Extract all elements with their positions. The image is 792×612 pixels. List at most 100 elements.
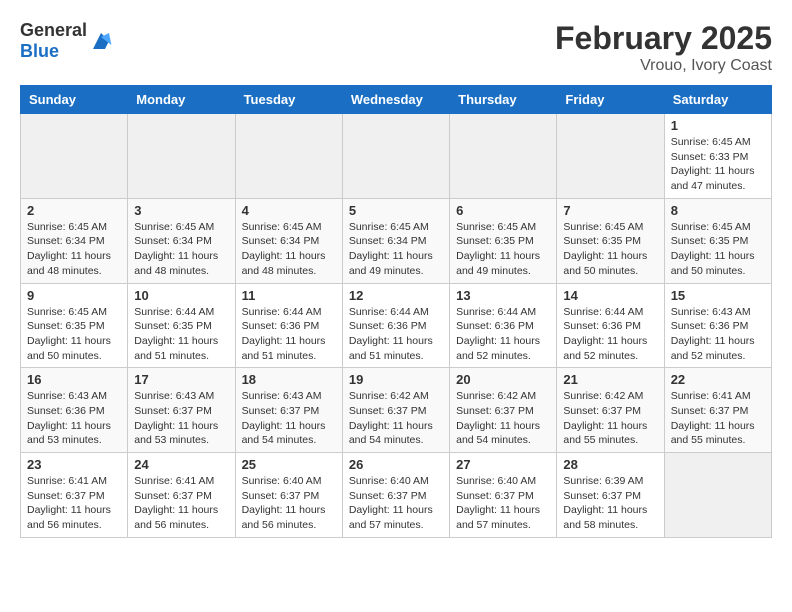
day-number: 16 — [27, 372, 121, 387]
calendar-cell: 6Sunrise: 6:45 AM Sunset: 6:35 PM Daylig… — [450, 198, 557, 283]
day-info: Sunrise: 6:42 AM Sunset: 6:37 PM Dayligh… — [456, 389, 550, 448]
calendar-cell: 4 Sunrise: 6:45 AM Sunset: 6:34 PM Daylig… — [235, 198, 342, 283]
month-title: February 2025 — [555, 20, 772, 57]
day-info: Sunrise: 6:45 AM Sunset: 6:35 PM Dayligh… — [671, 220, 765, 279]
logo: General Blue — [20, 20, 113, 62]
weekday-header-friday: Friday — [557, 86, 664, 114]
day-number: 19 — [349, 372, 443, 387]
weekday-header-tuesday: Tuesday — [235, 86, 342, 114]
day-info: Sunrise: 6:43 AM Sunset: 6:37 PM Dayligh… — [134, 389, 228, 448]
week-row-1: 1 Sunrise: 6:45 AM Sunset: 6:33 PM Daylig… — [21, 114, 772, 199]
calendar-cell: 20 Sunrise: 6:42 AM Sunset: 6:37 PM Dayli… — [450, 368, 557, 453]
weekday-header-thursday: Thursday — [450, 86, 557, 114]
day-info: Sunrise: 6:45 AM Sunset: 6:35 PM Dayligh… — [563, 220, 657, 279]
calendar-cell: 1 Sunrise: 6:45 AM Sunset: 6:33 PM Daylig… — [664, 114, 771, 199]
calendar-cell: 12Sunrise: 6:44 AM Sunset: 6:36 PM Dayli… — [342, 283, 449, 368]
calendar-cell: 19 Sunrise: 6:42 AM Sunset: 6:37 PM Dayli… — [342, 368, 449, 453]
day-number: 6 — [456, 203, 550, 218]
day-info: Sunrise: 6:40 AM Sunset: 6:37 PM Dayligh… — [456, 474, 550, 533]
weekday-header-row: SundayMondayTuesdayWednesdayThursdayFrid… — [21, 86, 772, 114]
day-info: Sunrise: 6:43 AM Sunset: 6:37 PM Dayligh… — [242, 389, 336, 448]
day-number: 11 — [242, 288, 336, 303]
calendar-cell: 7 Sunrise: 6:45 AM Sunset: 6:35 PM Daylig… — [557, 198, 664, 283]
day-info: Sunrise: 6:45 AM Sunset: 6:33 PM Dayligh… — [671, 135, 765, 194]
calendar-cell — [557, 114, 664, 199]
day-number: 22 — [671, 372, 765, 387]
calendar-cell — [235, 114, 342, 199]
day-info: Sunrise: 6:44 AM Sunset: 6:36 PM Dayligh… — [456, 305, 550, 364]
day-number: 20 — [456, 372, 550, 387]
day-info: Sunrise: 6:45 AM Sunset: 6:34 PM Dayligh… — [242, 220, 336, 279]
day-info: Sunrise: 6:45 AM Sunset: 6:34 PM Dayligh… — [134, 220, 228, 279]
day-info: Sunrise: 6:45 AM Sunset: 6:34 PM Dayligh… — [27, 220, 121, 279]
day-info: Sunrise: 6:41 AM Sunset: 6:37 PM Dayligh… — [134, 474, 228, 533]
calendar-cell: 21 Sunrise: 6:42 AM Sunset: 6:37 PM Dayli… — [557, 368, 664, 453]
day-number: 23 — [27, 457, 121, 472]
weekday-header-wednesday: Wednesday — [342, 86, 449, 114]
calendar-cell: 13 Sunrise: 6:44 AM Sunset: 6:36 PM Dayli… — [450, 283, 557, 368]
day-info: Sunrise: 6:44 AM Sunset: 6:36 PM Dayligh… — [563, 305, 657, 364]
day-number: 3 — [134, 203, 228, 218]
day-number: 4 — [242, 203, 336, 218]
calendar-cell — [342, 114, 449, 199]
calendar-cell — [21, 114, 128, 199]
day-info: Sunrise: 6:40 AM Sunset: 6:37 PM Dayligh… — [349, 474, 443, 533]
day-number: 25 — [242, 457, 336, 472]
calendar-table: SundayMondayTuesdayWednesdayThursdayFrid… — [20, 85, 772, 538]
calendar-cell: 28 Sunrise: 6:39 AM Sunset: 6:37 PM Dayli… — [557, 453, 664, 538]
calendar-cell: 27 Sunrise: 6:40 AM Sunset: 6:37 PM Dayli… — [450, 453, 557, 538]
calendar-cell: 17 Sunrise: 6:43 AM Sunset: 6:37 PM Dayli… — [128, 368, 235, 453]
day-info: Sunrise: 6:43 AM Sunset: 6:36 PM Dayligh… — [27, 389, 121, 448]
logo-general-text: General Blue — [20, 20, 87, 62]
day-number: 28 — [563, 457, 657, 472]
day-number: 9 — [27, 288, 121, 303]
day-info: Sunrise: 6:44 AM Sunset: 6:36 PM Dayligh… — [349, 305, 443, 364]
day-info: Sunrise: 6:45 AM Sunset: 6:35 PM Dayligh… — [27, 305, 121, 364]
calendar-cell: 8 Sunrise: 6:45 AM Sunset: 6:35 PM Daylig… — [664, 198, 771, 283]
day-number: 18 — [242, 372, 336, 387]
day-number: 17 — [134, 372, 228, 387]
day-info: Sunrise: 6:42 AM Sunset: 6:37 PM Dayligh… — [563, 389, 657, 448]
day-number: 7 — [563, 203, 657, 218]
calendar-cell: 26 Sunrise: 6:40 AM Sunset: 6:37 PM Dayli… — [342, 453, 449, 538]
day-info: Sunrise: 6:43 AM Sunset: 6:36 PM Dayligh… — [671, 305, 765, 364]
day-info: Sunrise: 6:44 AM Sunset: 6:35 PM Dayligh… — [134, 305, 228, 364]
day-number: 10 — [134, 288, 228, 303]
logo-icon — [89, 29, 113, 53]
weekday-header-monday: Monday — [128, 86, 235, 114]
weekday-header-sunday: Sunday — [21, 86, 128, 114]
week-row-4: 16 Sunrise: 6:43 AM Sunset: 6:36 PM Dayli… — [21, 368, 772, 453]
day-number: 21 — [563, 372, 657, 387]
location-title: Vrouo, Ivory Coast — [555, 57, 772, 75]
calendar-cell: 16 Sunrise: 6:43 AM Sunset: 6:36 PM Dayli… — [21, 368, 128, 453]
calendar-cell: 25Sunrise: 6:40 AM Sunset: 6:37 PM Dayli… — [235, 453, 342, 538]
day-info: Sunrise: 6:41 AM Sunset: 6:37 PM Dayligh… — [27, 474, 121, 533]
title-block: February 2025 Vrouo, Ivory Coast — [555, 20, 772, 75]
day-number: 26 — [349, 457, 443, 472]
calendar-cell: 5Sunrise: 6:45 AM Sunset: 6:34 PM Daylig… — [342, 198, 449, 283]
calendar-cell: 18 Sunrise: 6:43 AM Sunset: 6:37 PM Dayli… — [235, 368, 342, 453]
week-row-3: 9 Sunrise: 6:45 AM Sunset: 6:35 PM Daylig… — [21, 283, 772, 368]
day-number: 13 — [456, 288, 550, 303]
weekday-header-saturday: Saturday — [664, 86, 771, 114]
calendar-cell: 14 Sunrise: 6:44 AM Sunset: 6:36 PM Dayli… — [557, 283, 664, 368]
page-header: General Blue February 2025 Vrouo, Ivory … — [20, 20, 772, 75]
calendar-cell: 9 Sunrise: 6:45 AM Sunset: 6:35 PM Daylig… — [21, 283, 128, 368]
calendar-cell: 22 Sunrise: 6:41 AM Sunset: 6:37 PM Dayli… — [664, 368, 771, 453]
day-number: 5 — [349, 203, 443, 218]
day-number: 15 — [671, 288, 765, 303]
day-number: 27 — [456, 457, 550, 472]
day-number: 1 — [671, 118, 765, 133]
day-info: Sunrise: 6:41 AM Sunset: 6:37 PM Dayligh… — [671, 389, 765, 448]
calendar-cell — [450, 114, 557, 199]
day-number: 24 — [134, 457, 228, 472]
calendar-cell: 3 Sunrise: 6:45 AM Sunset: 6:34 PM Daylig… — [128, 198, 235, 283]
calendar-cell: 11 Sunrise: 6:44 AM Sunset: 6:36 PM Dayli… — [235, 283, 342, 368]
day-info: Sunrise: 6:39 AM Sunset: 6:37 PM Dayligh… — [563, 474, 657, 533]
day-info: Sunrise: 6:42 AM Sunset: 6:37 PM Dayligh… — [349, 389, 443, 448]
week-row-2: 2Sunrise: 6:45 AM Sunset: 6:34 PM Daylig… — [21, 198, 772, 283]
day-number: 14 — [563, 288, 657, 303]
day-number: 8 — [671, 203, 765, 218]
calendar-cell: 23 Sunrise: 6:41 AM Sunset: 6:37 PM Dayli… — [21, 453, 128, 538]
day-info: Sunrise: 6:44 AM Sunset: 6:36 PM Dayligh… — [242, 305, 336, 364]
